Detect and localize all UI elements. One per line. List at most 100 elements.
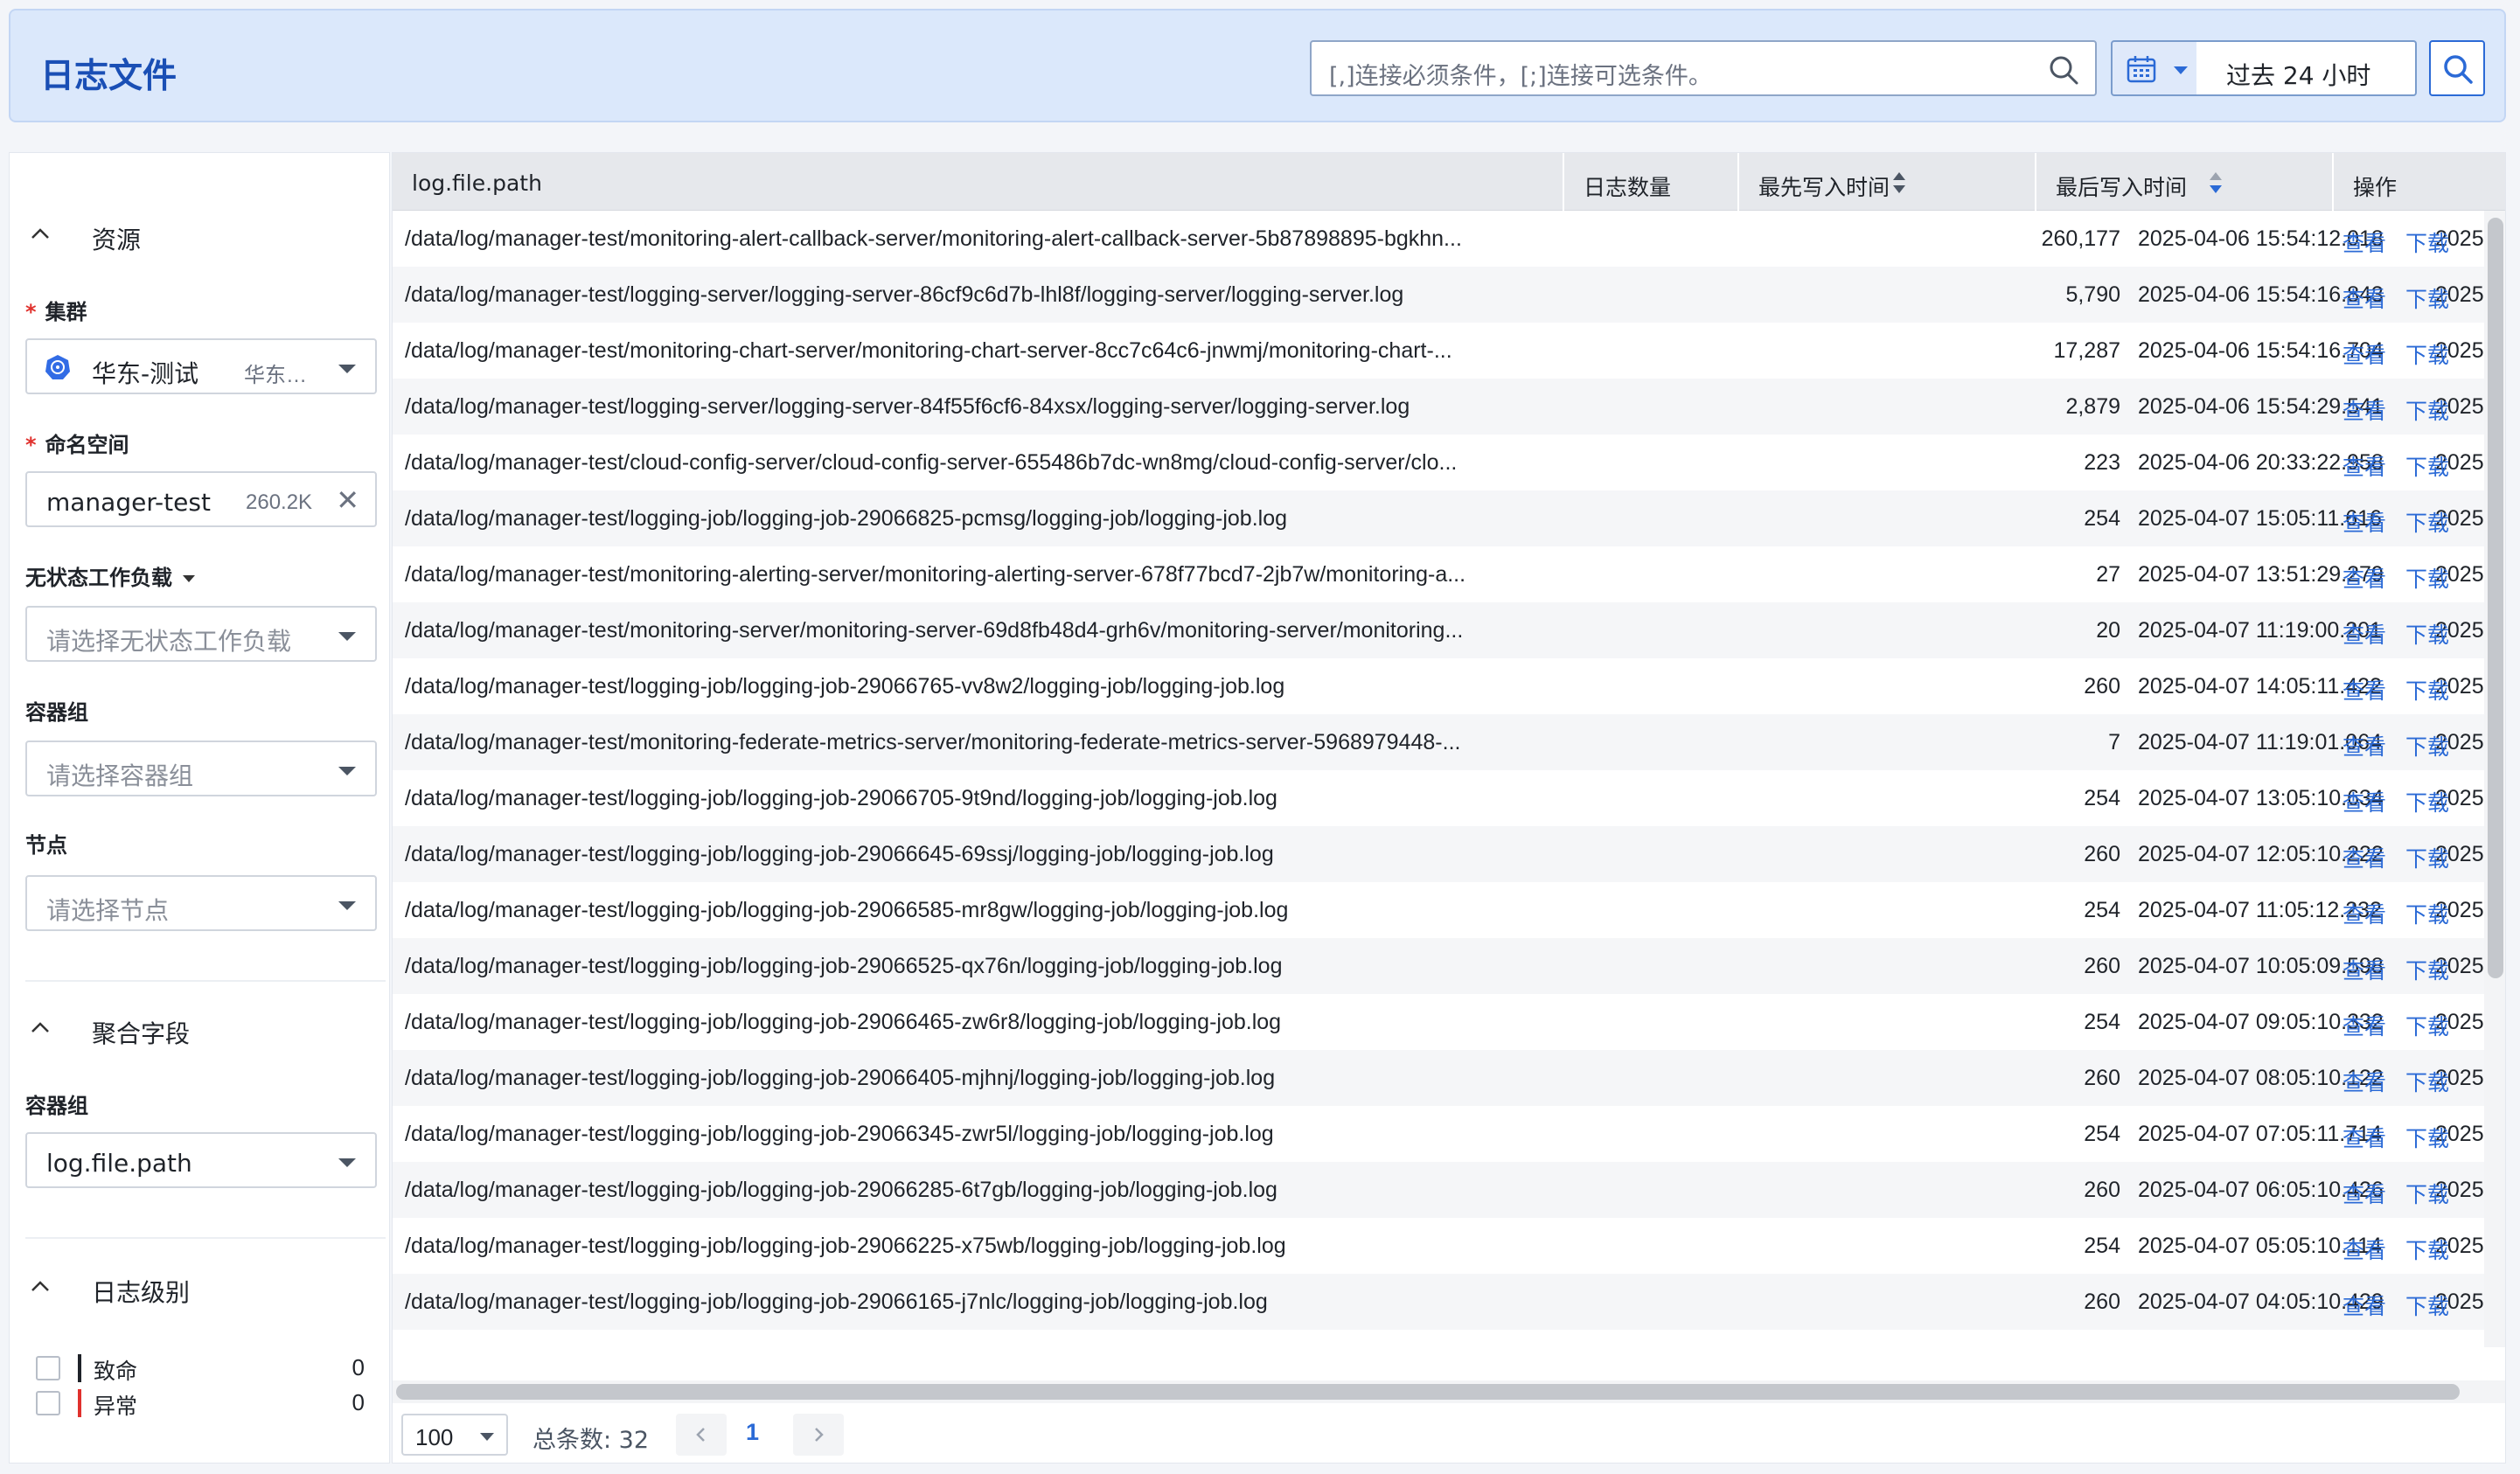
cell-count: 254: [1949, 1345, 2120, 1347]
table-row[interactable]: /data/log/manager-test/logging-job/loggi…: [393, 1050, 2484, 1106]
table-row[interactable]: /data/log/manager-test/logging-job/loggi…: [393, 1274, 2484, 1330]
download-link[interactable]: 下载: [2405, 730, 2449, 761]
download-link[interactable]: 下载: [2405, 1010, 2449, 1041]
workload-label[interactable]: 无状态工作负载: [25, 560, 195, 591]
vertical-scrollbar[interactable]: [2484, 211, 2505, 1347]
level-checkbox[interactable]: [36, 1391, 60, 1415]
column-header-last-write[interactable]: 最后写入时间: [2035, 153, 2332, 211]
view-link[interactable]: 查看: [2342, 786, 2386, 817]
clear-icon[interactable]: ✕: [336, 483, 359, 517]
download-link[interactable]: 下载: [2405, 338, 2449, 370]
view-link[interactable]: 查看: [2342, 282, 2386, 314]
view-link[interactable]: 查看: [2342, 562, 2386, 594]
table-row[interactable]: /data/log/manager-test/logging-job/loggi…: [393, 490, 2484, 546]
download-link[interactable]: 下载: [2405, 898, 2449, 929]
view-link[interactable]: 查看: [2342, 1010, 2386, 1041]
node-select[interactable]: 请选择节点: [25, 875, 377, 931]
table-row[interactable]: /data/log/manager-test/logging-job/loggi…: [393, 770, 2484, 826]
view-link[interactable]: 查看: [2342, 1345, 2386, 1347]
download-link[interactable]: 下载: [2405, 842, 2449, 873]
resource-section-header[interactable]: 资源: [10, 212, 389, 256]
view-link[interactable]: 查看: [2342, 1290, 2386, 1321]
view-link[interactable]: 查看: [2342, 1178, 2386, 1209]
level-item[interactable]: 致命 0: [25, 1351, 375, 1386]
cell-first-write: 2025-04-07 10:05:09.598: [2138, 954, 2384, 978]
table-row[interactable]: /data/log/manager-test/logging-server/lo…: [393, 379, 2484, 435]
view-link[interactable]: 查看: [2342, 954, 2386, 985]
view-link[interactable]: 查看: [2342, 450, 2386, 482]
download-link[interactable]: 下载: [2405, 618, 2449, 650]
download-link[interactable]: 下载: [2405, 506, 2449, 538]
search-icon[interactable]: [2048, 54, 2079, 86]
table-row[interactable]: /data/log/manager-test/logging-job/loggi…: [393, 1162, 2484, 1218]
download-link[interactable]: 下载: [2405, 1122, 2449, 1153]
workload-placeholder: 请选择无状态工作负载: [46, 627, 292, 656]
view-link[interactable]: 查看: [2342, 1122, 2386, 1153]
view-link[interactable]: 查看: [2342, 898, 2386, 929]
download-link[interactable]: 下载: [2405, 786, 2449, 817]
view-link[interactable]: 查看: [2342, 730, 2386, 761]
download-link[interactable]: 下载: [2405, 1234, 2449, 1265]
chevron-up-icon: [31, 1022, 49, 1032]
table-row[interactable]: /data/log/manager-test/cloud-config-serv…: [393, 435, 2484, 490]
table-row[interactable]: /data/log/manager-test/logging-job/loggi…: [393, 826, 2484, 882]
calendar-button[interactable]: [2111, 40, 2198, 96]
cell-count: 260,177: [2041, 226, 2120, 251]
cluster-select[interactable]: 华东-测试 华东…: [25, 338, 377, 394]
scroll-thumb[interactable]: [2488, 218, 2503, 978]
view-link[interactable]: 查看: [2342, 674, 2386, 706]
search-button[interactable]: [2429, 40, 2485, 96]
level-checkbox[interactable]: [36, 1356, 60, 1380]
time-range-select[interactable]: 过去 24 小时: [2196, 40, 2417, 96]
sort-icon[interactable]: [2208, 170, 2224, 195]
page-size-select[interactable]: 100: [401, 1414, 508, 1456]
download-link[interactable]: 下载: [2405, 226, 2449, 258]
download-link[interactable]: 下载: [2405, 1066, 2449, 1097]
view-link[interactable]: 查看: [2342, 394, 2386, 426]
column-header-first-write[interactable]: 最先写入时间: [1737, 153, 2035, 211]
agg-section-header[interactable]: 聚合字段: [10, 1006, 389, 1050]
table-row[interactable]: /data/log/manager-test/monitoring-alert-…: [393, 211, 2484, 267]
view-link[interactable]: 查看: [2342, 842, 2386, 873]
download-link[interactable]: 下载: [2405, 562, 2449, 594]
download-link[interactable]: 下载: [2405, 450, 2449, 482]
view-link[interactable]: 查看: [2342, 1234, 2386, 1265]
table-row[interactable]: /data/log/manager-test/logging-job/loggi…: [393, 1218, 2484, 1274]
workload-select[interactable]: 请选择无状态工作负载: [25, 606, 377, 662]
table-row[interactable]: /data/log/manager-test/logging-server/lo…: [393, 267, 2484, 323]
download-link[interactable]: 下载: [2405, 1290, 2449, 1321]
table-row[interactable]: /data/log/manager-test/logging-job/loggi…: [393, 1330, 2484, 1347]
table-row[interactable]: /data/log/manager-test/monitoring-alerti…: [393, 546, 2484, 602]
next-page-button[interactable]: [793, 1414, 844, 1456]
download-link[interactable]: 下载: [2405, 282, 2449, 314]
download-link[interactable]: 下载: [2405, 1345, 2449, 1347]
table-row[interactable]: /data/log/manager-test/logging-job/loggi…: [393, 994, 2484, 1050]
view-link[interactable]: 查看: [2342, 506, 2386, 538]
namespace-select[interactable]: manager-test 260.2K ✕: [25, 471, 377, 527]
view-link[interactable]: 查看: [2342, 618, 2386, 650]
level-section-header[interactable]: 日志级别: [10, 1265, 389, 1309]
table-row[interactable]: /data/log/manager-test/monitoring-federa…: [393, 714, 2484, 770]
download-link[interactable]: 下载: [2405, 394, 2449, 426]
pod-select[interactable]: 请选择容器组: [25, 740, 377, 796]
table-row[interactable]: /data/log/manager-test/monitoring-chart-…: [393, 323, 2484, 379]
agg-select[interactable]: log.file.path: [25, 1132, 377, 1188]
sort-icon[interactable]: [1891, 170, 1907, 195]
table-row[interactable]: /data/log/manager-test/logging-job/loggi…: [393, 882, 2484, 938]
table-row[interactable]: /data/log/manager-test/logging-job/loggi…: [393, 1106, 2484, 1162]
page-number-current[interactable]: 1: [746, 1419, 759, 1446]
scroll-thumb[interactable]: [396, 1384, 2460, 1400]
level-item[interactable]: 异常 0: [25, 1386, 375, 1421]
view-link[interactable]: 查看: [2342, 1066, 2386, 1097]
table-row[interactable]: /data/log/manager-test/monitoring-server…: [393, 602, 2484, 658]
download-link[interactable]: 下载: [2405, 1178, 2449, 1209]
download-link[interactable]: 下载: [2405, 954, 2449, 985]
prev-page-button[interactable]: [676, 1414, 727, 1456]
view-link[interactable]: 查看: [2342, 338, 2386, 370]
table-row[interactable]: /data/log/manager-test/logging-job/loggi…: [393, 658, 2484, 714]
table-row[interactable]: /data/log/manager-test/logging-job/loggi…: [393, 938, 2484, 994]
horizontal-scrollbar[interactable]: [393, 1380, 2505, 1403]
download-link[interactable]: 下载: [2405, 674, 2449, 706]
search-input[interactable]: [,]连接必须条件，[;]连接可选条件。: [1310, 40, 2097, 96]
view-link[interactable]: 查看: [2342, 226, 2386, 258]
